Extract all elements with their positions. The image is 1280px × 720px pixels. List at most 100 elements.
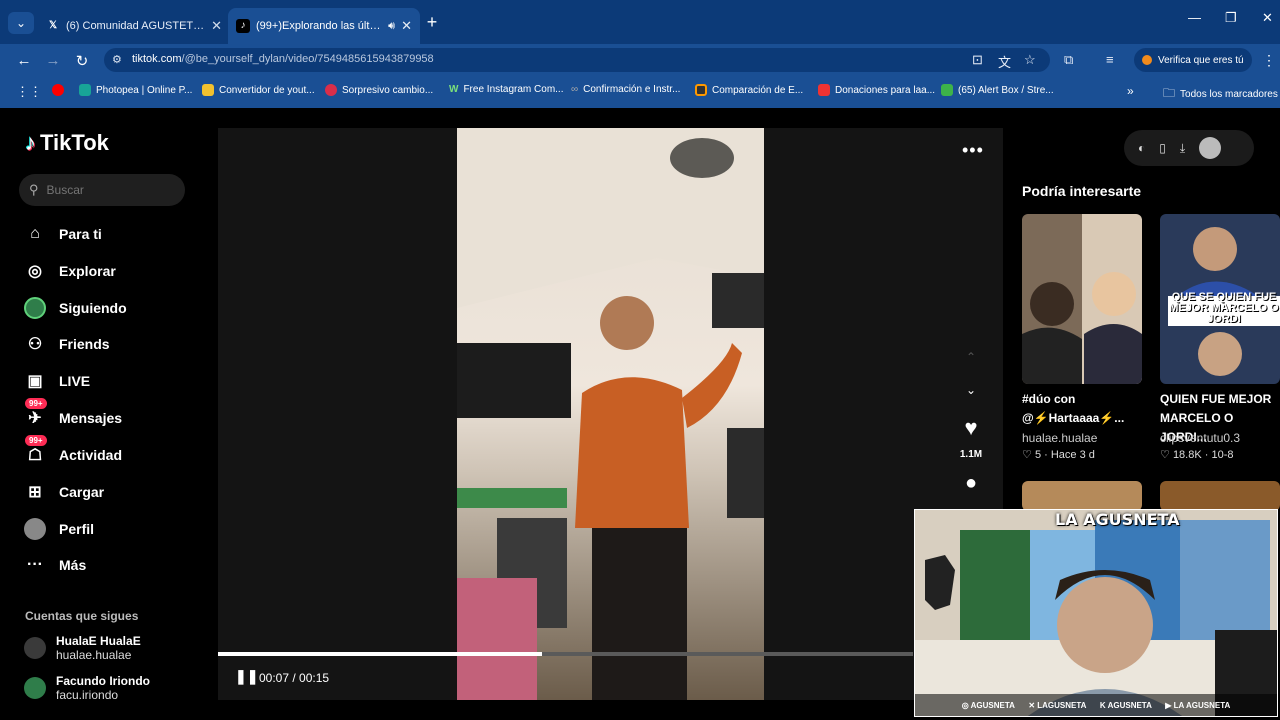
kick-handle: K AGUSNETA <box>1099 700 1152 710</box>
search-box[interactable]: ⚲ <box>19 174 185 206</box>
next-video-button[interactable]: ⌄ <box>958 383 984 397</box>
apps-grid-icon[interactable]: ⋮⋮ <box>16 84 42 100</box>
news-icon <box>325 84 337 96</box>
like-button[interactable]: ♥ <box>958 415 984 441</box>
coin-icon[interactable]: ◐ <box>1138 141 1145 155</box>
friends-icon: ⚇ <box>27 336 43 353</box>
url-text[interactable]: tiktok.com/@be_yourself_dylan/video/7549… <box>132 53 434 65</box>
more-icon: ··· <box>27 556 43 573</box>
following-title: Cuentas que sigues <box>25 609 139 623</box>
tab-search-button[interactable]: ⌄ <box>8 12 34 34</box>
warning-dot-icon <box>1142 55 1152 65</box>
media-control-icon[interactable]: ≡ <box>1106 52 1114 67</box>
compare-icon <box>695 84 707 96</box>
nav-friends[interactable]: ⚇ Friends <box>23 332 110 356</box>
bookmark-3[interactable]: Sorpresivo cambio... <box>325 84 433 96</box>
recommended-card-2[interactable]: QUE SE QUIEN FUE MEJOR MARCELO O JORDI <box>1160 214 1280 384</box>
nav-perfil[interactable]: Perfil <box>23 517 94 541</box>
bookmark-star-icon[interactable]: ☆ <box>1024 52 1036 68</box>
card-2-user[interactable]: clipsventutu0.3 <box>1160 431 1240 445</box>
all-bookmarks[interactable]: 🗀 Todos los marcadores <box>1163 84 1278 105</box>
reload-button[interactable]: ↻ <box>72 52 92 70</box>
following-account-1[interactable]: HualaE HualaE hualae.hualae <box>24 634 141 662</box>
nav-cargar[interactable]: ⊞ Cargar <box>23 480 104 504</box>
verify-identity-button[interactable]: Verifica que eres tú <box>1134 48 1252 72</box>
youtube-icon <box>52 84 64 96</box>
forward-button[interactable]: → <box>43 52 63 69</box>
install-app-icon[interactable]: ⊡ <box>972 52 983 68</box>
progress-fill <box>218 652 542 656</box>
avatar <box>24 677 46 699</box>
browser-menu-icon[interactable]: ⋮ <box>1262 52 1276 69</box>
activity-badge: 99+ <box>25 435 47 446</box>
youtube-bookmark[interactable] <box>52 84 64 96</box>
heart-icon: ♡ <box>1022 449 1032 461</box>
recommended-card-1[interactable] <box>1022 214 1142 384</box>
converter-icon <box>202 84 214 96</box>
bookmark-7[interactable]: Donaciones para laa... <box>818 84 935 96</box>
previous-video-button[interactable]: ⌃ <box>958 350 984 364</box>
bookmark-8[interactable]: (65) Alert Box / Stre... <box>941 84 1054 96</box>
nav-mensajes[interactable]: ✈ 99+ Mensajes <box>23 398 122 430</box>
tab-title: (99+)Explorando las últimas <box>256 20 383 32</box>
x-handle: ✕ LAGUSNETA <box>1028 700 1087 710</box>
new-tab-button[interactable]: + <box>422 12 442 33</box>
browser-tab-1[interactable]: 𝕏 (6) Comunidad AGUSTETISMO | ✕ <box>38 8 230 44</box>
like-count: 1.1M <box>959 449 983 460</box>
card-1-user[interactable]: hualae.hualae <box>1022 431 1097 445</box>
close-window-button[interactable]: ✕ <box>1262 10 1273 26</box>
youtube-handle: ▶ LA AGUSNETA <box>1165 700 1231 710</box>
search-input[interactable] <box>46 183 167 197</box>
device-icon[interactable]: ▯ <box>1159 141 1166 155</box>
extensions-icon[interactable]: ⧉ <box>1064 52 1073 68</box>
bookmark-5[interactable]: ∞ Confirmación e Instr... <box>571 84 680 95</box>
card-1-caption[interactable]: #dúo con @⚡Hartaaaa⚡... <box>1022 390 1146 428</box>
download-icon[interactable]: ⤓ <box>1180 141 1185 156</box>
more-options-button[interactable]: ••• <box>962 140 984 161</box>
comment-button[interactable]: ● <box>958 472 984 495</box>
recommended-card-3[interactable] <box>1022 481 1142 511</box>
folder-icon: 🗀 <box>1163 86 1176 100</box>
pause-button[interactable]: ❚❚ <box>235 668 258 685</box>
search-icon: ⚲ <box>29 182 39 197</box>
bookmark-2[interactable]: Convertidor de yout... <box>202 84 315 96</box>
recommended-title: Podría interesarte <box>1022 183 1142 199</box>
nav-siguiendo[interactable]: Siguiendo <box>23 296 127 320</box>
close-tab-icon[interactable]: ✕ <box>211 18 222 34</box>
bookmark-4[interactable]: W Free Instagram Com... <box>449 84 563 95</box>
card-1-meta: ♡ 5 · Hace 3 d <box>1022 449 1095 461</box>
bookmark-6[interactable]: Comparación de E... <box>695 84 803 96</box>
recommended-card-4[interactable] <box>1160 481 1280 511</box>
heart-icon: ♡ <box>1160 449 1170 461</box>
time-display: 00:07 / 00:15 <box>259 671 330 685</box>
tiktok-logo[interactable]: ♪ TikTok <box>25 130 109 156</box>
browser-tab-2[interactable]: ♪ (99+)Explorando las últimas 🔊︎ ✕ <box>228 8 420 44</box>
bookmark-1[interactable]: Photopea | Online P... <box>79 84 192 96</box>
messages-icon: ✈ 99+ <box>23 398 47 430</box>
following-account-2[interactable]: Facundo Iriondo facu.iriondo <box>24 674 150 702</box>
avatar <box>24 637 46 659</box>
nav-para-ti[interactable]: ⌂ Para ti <box>23 222 102 246</box>
nav-actividad[interactable]: ☖ 99+ Actividad <box>23 435 122 467</box>
streamer-webcam-overlay: LA AGUSNETA ◎ AGUSNETA ✕ LAGUSNETA K AGU… <box>914 509 1278 717</box>
nav-explorar[interactable]: ◎ Explorar <box>23 259 116 283</box>
messages-badge: 99+ <box>25 398 47 409</box>
tiktok-logo-icon: ♪ <box>236 19 250 33</box>
video-player[interactable] <box>457 128 764 700</box>
streamlabs-icon <box>941 84 953 96</box>
speaker-icon[interactable]: 🔊︎ <box>388 20 395 33</box>
compass-icon: ◎ <box>28 263 42 280</box>
minimize-button[interactable]: — <box>1188 10 1201 25</box>
back-button[interactable]: ← <box>14 52 34 69</box>
x-icon: ✕ <box>1028 700 1036 710</box>
translate-icon[interactable]: 文 <box>998 52 1011 71</box>
restore-button[interactable]: ❐ <box>1225 10 1237 26</box>
more-bookmarks-icon[interactable]: » <box>1127 84 1134 98</box>
nav-mas[interactable]: ··· Más <box>23 553 86 577</box>
following-avatar-icon <box>23 296 47 320</box>
avatar[interactable] <box>1199 137 1222 159</box>
close-tab-icon[interactable]: ✕ <box>401 18 412 34</box>
youtube-icon: ▶ <box>1165 700 1172 710</box>
site-info-icon[interactable]: ⚙ <box>112 53 122 66</box>
nav-live[interactable]: ▣ LIVE <box>23 369 90 393</box>
